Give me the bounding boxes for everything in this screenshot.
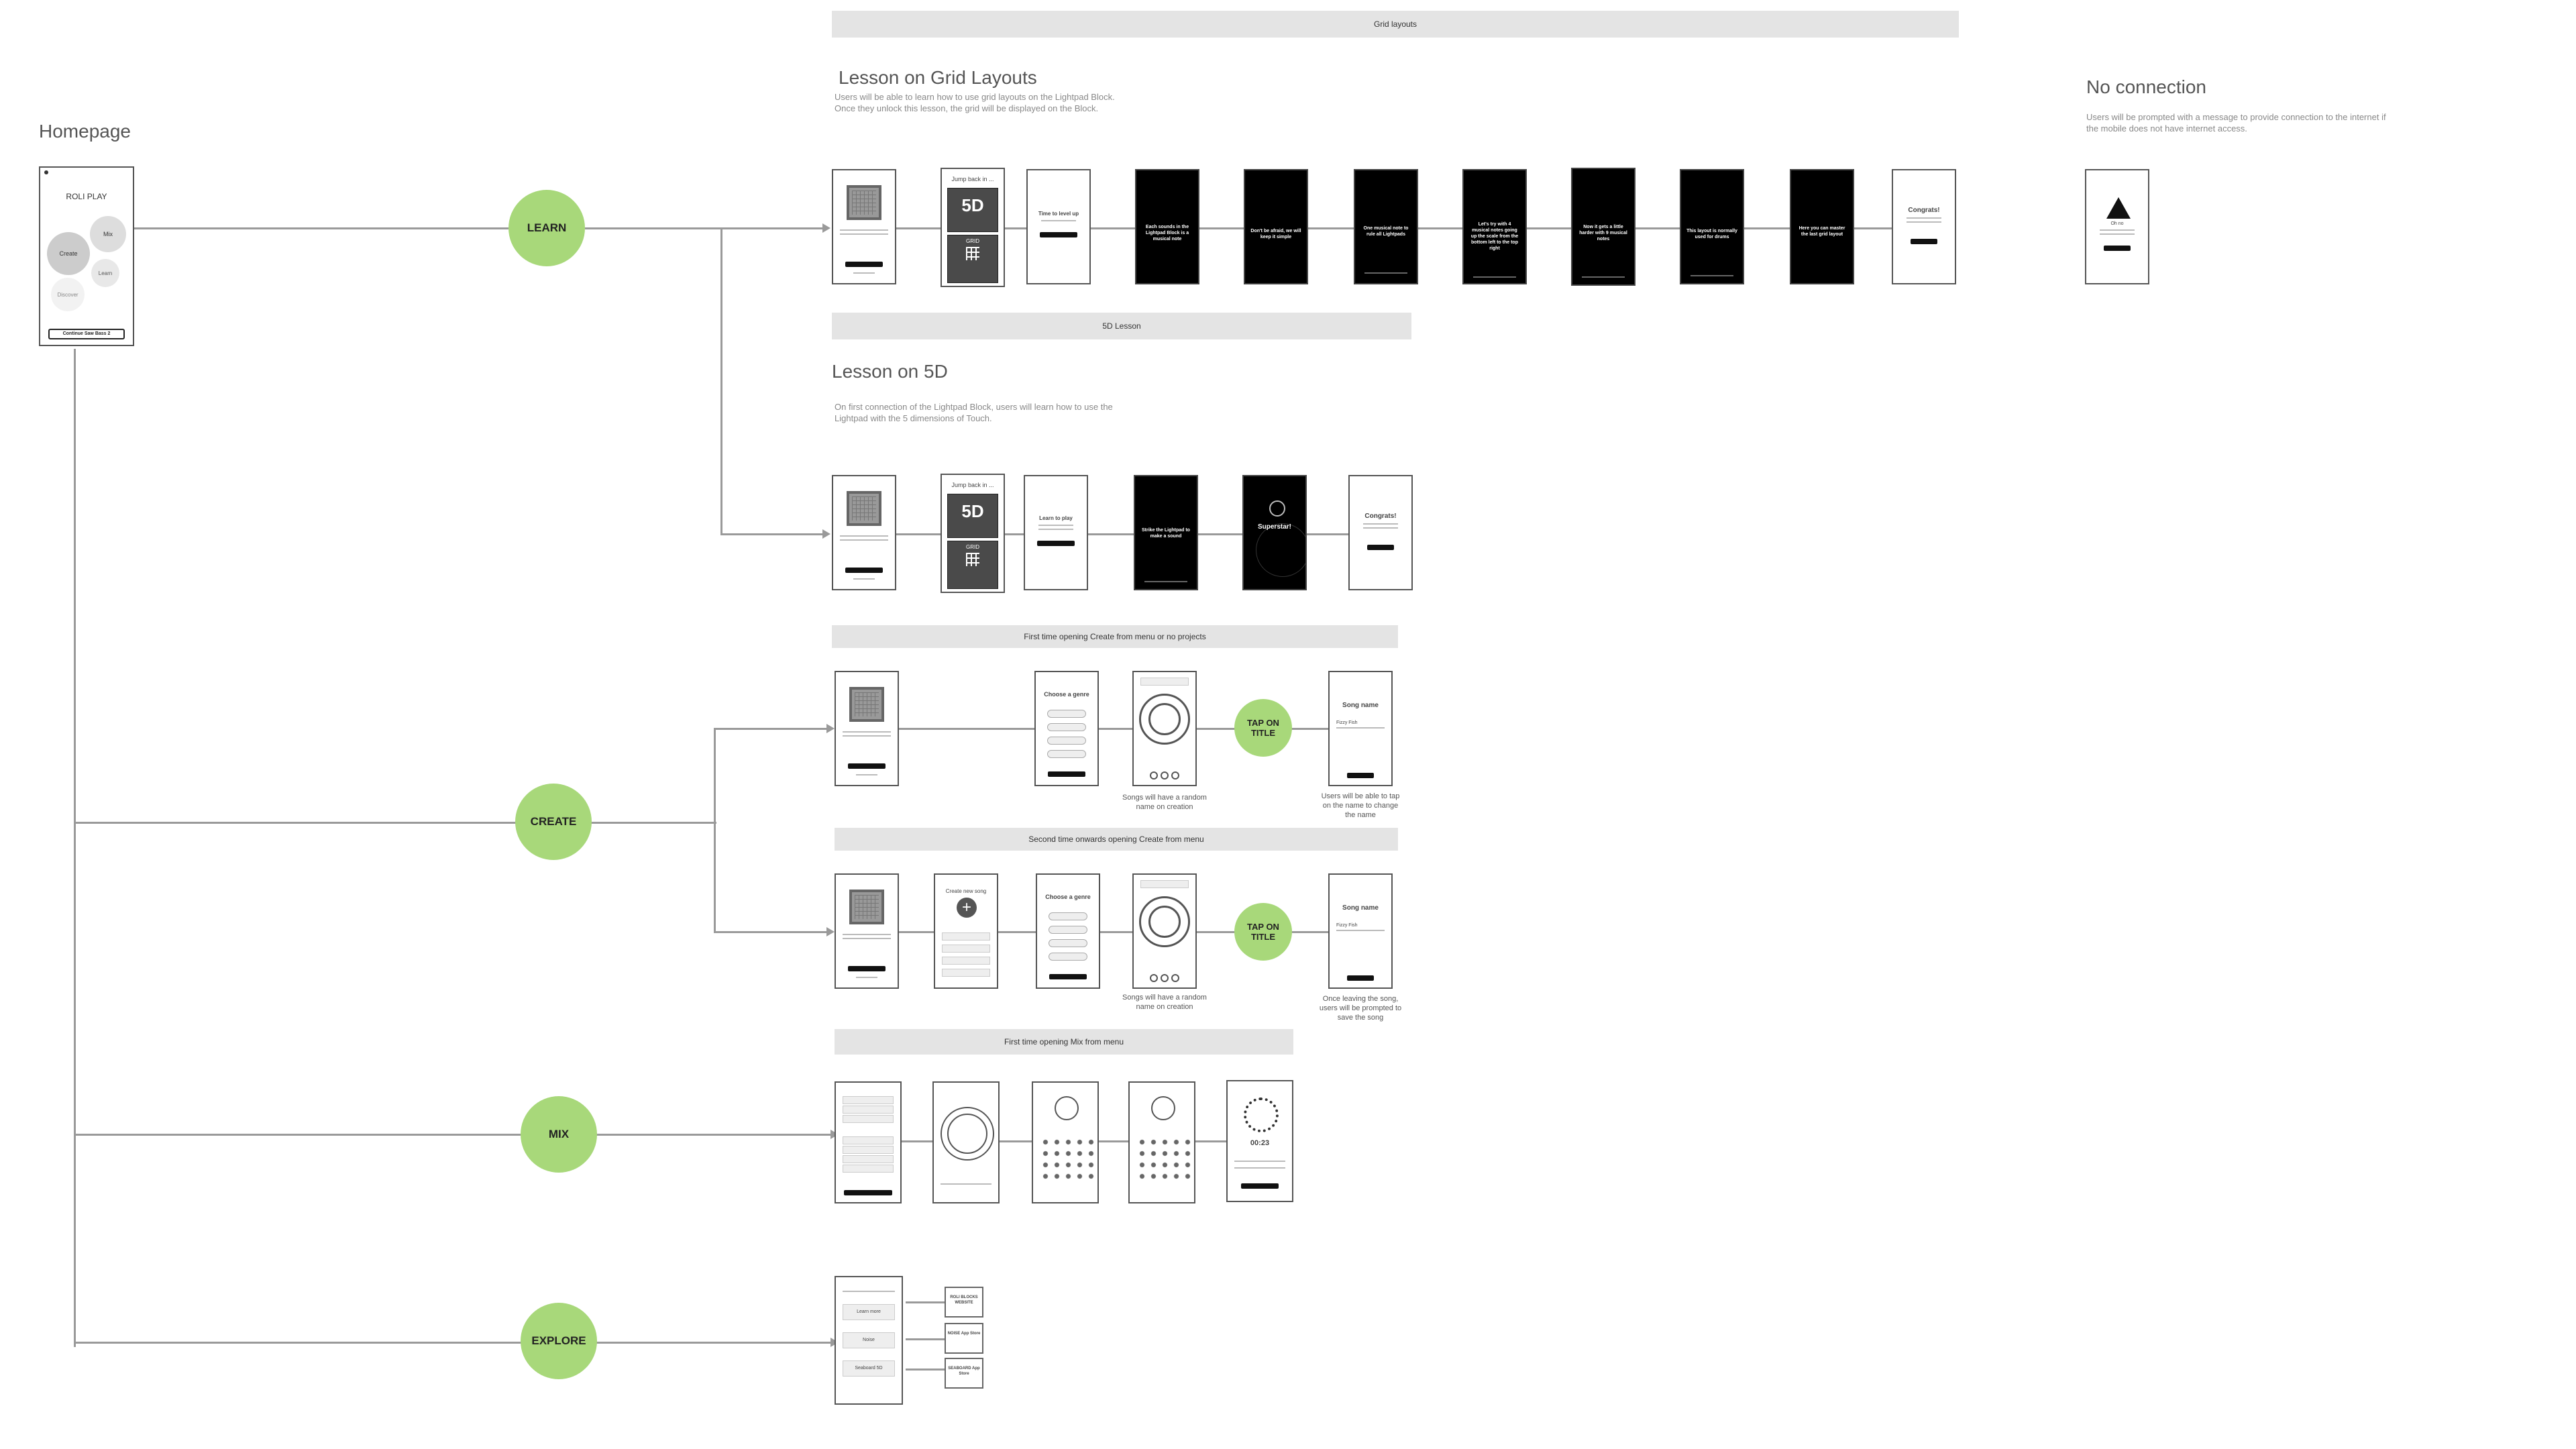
tap-on-title-node-2[interactable]: TAP ON TITLE xyxy=(1234,903,1292,961)
create1-screen-song-name[interactable]: Song name Fizzy Fish xyxy=(1328,671,1393,786)
explore-screen[interactable]: Learn more Noise Seaboard 5D xyxy=(835,1276,903,1405)
create-first-banner: First time opening Create from menu or n… xyxy=(832,625,1398,648)
grid-lesson-description: Users will be able to learn how to use g… xyxy=(835,92,1115,113)
create2-screen-player[interactable] xyxy=(1132,873,1197,989)
app-name: ROLI PLAY xyxy=(66,192,107,201)
grid-screen-intro[interactable] xyxy=(832,169,896,284)
explore-card-roli-blocks[interactable]: ROLI BLOCKS WEBSITE xyxy=(945,1287,983,1318)
no-connection-title: No connection xyxy=(2086,76,2207,97)
lightpad-icon xyxy=(849,890,884,924)
grid-screen-4[interactable]: Let's try with 4 musical notes going up … xyxy=(1462,169,1527,284)
create1-screen-intro[interactable] xyxy=(835,671,899,786)
grid-screen-7[interactable]: Here you can master the last grid layout xyxy=(1790,169,1854,284)
warning-icon xyxy=(2106,197,2131,219)
create1-screen-player[interactable] xyxy=(1132,671,1197,786)
explore-card-seaboard[interactable]: SEABOARD App Store xyxy=(945,1358,983,1389)
5d-screen-jump-back[interactable]: Jump back in ... 5D GRID xyxy=(941,474,1005,593)
close-icon xyxy=(44,170,48,174)
add-icon[interactable]: + xyxy=(957,898,977,918)
grid-screen-1[interactable]: Each sounds in the Lightpad Block is a m… xyxy=(1135,169,1199,284)
grid-lesson-title: Lesson on Grid Layouts xyxy=(839,67,1037,88)
tile-grid[interactable]: GRID xyxy=(947,235,998,283)
grid-screen-2[interactable]: Don't be afraid, we will keep it simple xyxy=(1244,169,1308,284)
lightpad-icon xyxy=(849,687,884,722)
lesson-5d-description: On first connection of the Lightpad Bloc… xyxy=(835,402,1113,423)
grid-screen-6[interactable]: This layout is normally used for drums xyxy=(1680,169,1744,284)
5d-screen-learn-to-play[interactable]: Learn to play xyxy=(1024,475,1088,590)
no-connection-screen[interactable]: Oh no xyxy=(2085,169,2149,284)
learn-node[interactable]: LEARN xyxy=(508,190,585,266)
explore-card-noise[interactable]: NOISE App Store xyxy=(945,1323,983,1354)
tile-5d[interactable]: 5D xyxy=(947,188,998,232)
lesson-5d-title: Lesson on 5D xyxy=(832,361,948,382)
homepage-screen[interactable]: ROLI PLAY Create Mix Learn Discover Cont… xyxy=(39,166,134,346)
5d-screen-intro[interactable] xyxy=(832,475,896,590)
mix-screen-timer[interactable]: 00:23 xyxy=(1226,1080,1293,1202)
grid-screen-3[interactable]: One musical note to rule all Lightpads xyxy=(1354,169,1418,284)
mix-screen-grid-2[interactable] xyxy=(1128,1081,1195,1203)
5d-screen-congrats[interactable]: Congrats! xyxy=(1348,475,1413,590)
create-bubble[interactable]: Create xyxy=(47,232,90,275)
create2-screen-new-song[interactable]: Create new song + xyxy=(934,873,998,989)
caption-save-song: Once leaving the song, users will be pro… xyxy=(1319,995,1402,1022)
create2-screen-genre[interactable]: Choose a genre xyxy=(1036,873,1100,989)
no-connection-description: Users will be prompted with a message to… xyxy=(2086,112,2386,133)
lightpad-icon xyxy=(847,185,881,220)
lesson-5d-banner: 5D Lesson xyxy=(832,313,1411,339)
mix-screen-grid-1[interactable] xyxy=(1032,1081,1099,1203)
grid-screen-5[interactable]: Now it gets a little harder with 9 music… xyxy=(1571,168,1635,286)
5d-screen-superstar[interactable]: Superstar! xyxy=(1242,475,1307,590)
create-second-banner: Second time onwards opening Create from … xyxy=(835,828,1398,851)
mix-bubble[interactable]: Mix xyxy=(90,216,126,252)
caption-random-name-2: Songs will have a random name on creatio… xyxy=(1122,994,1207,1011)
mix-node[interactable]: MIX xyxy=(521,1096,597,1173)
grid-screen-congrats[interactable]: Congrats! xyxy=(1892,169,1956,284)
learn-bubble[interactable]: Learn xyxy=(91,259,119,287)
mix-screen-ring[interactable] xyxy=(932,1081,1000,1203)
continue-button[interactable]: Continue Saw Bass 2 xyxy=(48,329,125,339)
caption-tap-name: Users will be able to tap on the name to… xyxy=(1321,792,1400,819)
grid-screen-level-up[interactable]: Time to level up xyxy=(1026,169,1091,284)
mix-screen-songs[interactable] xyxy=(835,1081,902,1203)
grid-layouts-banner: Grid layouts xyxy=(832,11,1959,38)
tap-on-title-node-1[interactable]: TAP ON TITLE xyxy=(1234,699,1292,757)
caption-random-name-1: Songs will have a random name on creatio… xyxy=(1122,794,1207,811)
homepage-title: Homepage xyxy=(39,121,131,142)
tile-grid[interactable]: GRID xyxy=(947,541,998,589)
lightpad-icon xyxy=(847,491,881,526)
tile-5d[interactable]: 5D xyxy=(947,494,998,538)
grid-screen-jump-back[interactable]: Jump back in ... 5D GRID xyxy=(941,168,1005,287)
discover-bubble[interactable]: Discover xyxy=(51,278,85,311)
create-node[interactable]: CREATE xyxy=(515,784,592,860)
explore-node[interactable]: EXPLORE xyxy=(521,1303,597,1379)
create1-screen-genre[interactable]: Choose a genre xyxy=(1034,671,1099,786)
5d-screen-strike[interactable]: Strike the Lightpad to make a sound xyxy=(1134,475,1198,590)
create2-screen-intro[interactable] xyxy=(835,873,899,989)
mix-first-banner: First time opening Mix from menu xyxy=(835,1029,1293,1055)
create2-screen-song-name[interactable]: Song name Fizzy Fish xyxy=(1328,873,1393,989)
